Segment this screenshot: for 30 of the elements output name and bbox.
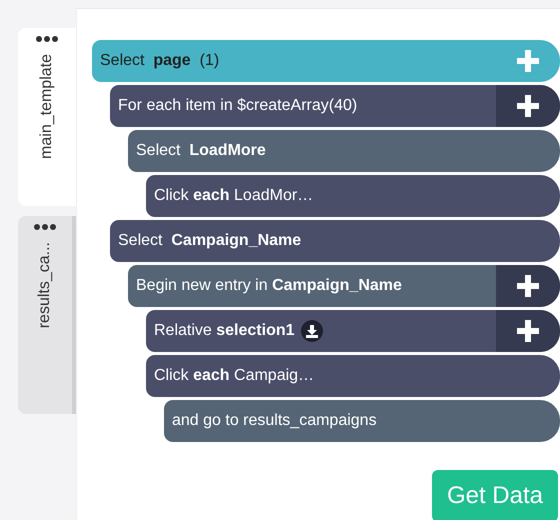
step-block[interactable]: Select page (1) xyxy=(92,40,560,82)
step-label: Click each Campaig… xyxy=(154,367,314,385)
step-label: Relative selection1 xyxy=(154,322,295,340)
step-label: Begin new entry in Campaign_Name xyxy=(136,277,402,295)
more-icon[interactable] xyxy=(34,224,56,230)
plus-icon xyxy=(517,275,539,297)
step-label: Click each LoadMor… xyxy=(154,187,314,205)
plus-icon xyxy=(517,320,539,342)
step-block[interactable]: For each item in $createArray(40) xyxy=(110,85,560,127)
step-block[interactable]: Select Campaign_Name xyxy=(110,220,560,262)
step-block[interactable]: and go to results_campaigns xyxy=(164,400,560,442)
step-label: For each item in $createArray(40) xyxy=(118,97,358,115)
step-label: Select LoadMore xyxy=(136,142,266,160)
template-tab[interactable]: main_template xyxy=(18,28,76,206)
template-tab[interactable]: results_ca... xyxy=(18,216,76,414)
step-block[interactable]: Select LoadMore xyxy=(128,130,560,172)
step-block[interactable]: Relative selection1 xyxy=(146,310,560,352)
download-icon[interactable] xyxy=(300,320,323,342)
step-block[interactable]: Begin new entry in Campaign_Name xyxy=(128,265,560,307)
step-label: Select Campaign_Name xyxy=(118,232,302,250)
step-block[interactable]: Click each Campaig… xyxy=(146,355,560,397)
add-button[interactable] xyxy=(496,265,560,307)
plus-icon xyxy=(517,95,539,117)
more-icon[interactable] xyxy=(36,36,58,42)
add-button[interactable] xyxy=(496,85,560,127)
plus-icon xyxy=(517,50,539,72)
add-button[interactable] xyxy=(496,310,560,352)
step-label: and go to results_campaigns xyxy=(172,412,377,430)
step-label: Select page (1) xyxy=(100,52,220,70)
step-block[interactable]: Click each LoadMor… xyxy=(146,175,560,217)
